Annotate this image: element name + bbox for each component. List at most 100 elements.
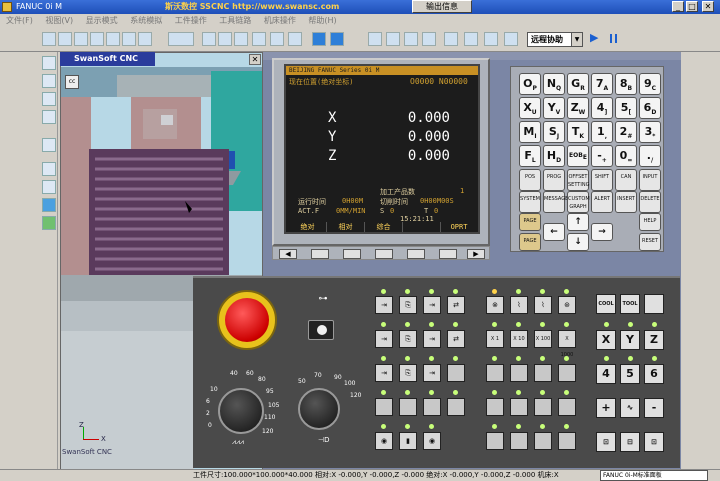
menu-item-machine-op[interactable]: 机床操作 bbox=[264, 16, 296, 25]
blank-button-10[interactable] bbox=[510, 398, 528, 416]
key-can[interactable]: CAN bbox=[615, 169, 637, 191]
zoom-out-icon[interactable] bbox=[74, 32, 88, 46]
menu-item-display-mode[interactable]: 显示模式 bbox=[86, 16, 118, 25]
axis-5-button[interactable]: 5 bbox=[620, 364, 640, 384]
key-s[interactable]: SJ bbox=[543, 121, 565, 143]
key-alert[interactable]: ALERT bbox=[591, 191, 613, 213]
close-window-button[interactable]: ✕ bbox=[702, 1, 714, 12]
key-minus[interactable]: -+ bbox=[591, 145, 613, 167]
view-direction-dropdown-icon[interactable] bbox=[168, 32, 194, 46]
view-top-icon[interactable] bbox=[42, 74, 56, 88]
handwheel-z-button[interactable]: ⊡ bbox=[644, 432, 664, 452]
view-iso-icon[interactable] bbox=[42, 110, 56, 124]
axis-z-button[interactable]: Z bbox=[644, 330, 664, 350]
blank-button-5[interactable] bbox=[486, 364, 504, 382]
key-6[interactable]: 6D bbox=[639, 97, 661, 119]
key-dot[interactable]: ./ bbox=[639, 145, 661, 167]
mode-edit-button[interactable]: ⇥ bbox=[375, 296, 393, 314]
panel-type-select[interactable]: FANUC 0i-M标准面板 bbox=[600, 470, 708, 481]
key-0[interactable]: 0= bbox=[615, 145, 637, 167]
zoom-in-icon[interactable] bbox=[58, 32, 72, 46]
tool-path-icon[interactable] bbox=[386, 32, 400, 46]
spindle-stop-button[interactable]: ⌇ bbox=[510, 296, 528, 314]
handwheel-x-button[interactable]: ⊡ bbox=[596, 432, 616, 452]
key-8[interactable]: 8B bbox=[615, 73, 637, 95]
key-shift[interactable]: SHIFT bbox=[591, 169, 613, 191]
menu-item-workpiece[interactable]: 工件操作 bbox=[175, 16, 207, 25]
spindle-cw-button[interactable]: ⊗ bbox=[486, 296, 504, 314]
feed-hold-button[interactable]: ▮ bbox=[399, 432, 417, 450]
menu-item-file[interactable]: 文件(F) bbox=[6, 16, 33, 25]
cycle-start-button[interactable]: ◉ bbox=[375, 432, 393, 450]
softkey-relative[interactable]: 相对 bbox=[327, 222, 365, 232]
softkey-right-arrow[interactable]: ▶ bbox=[467, 249, 485, 259]
zoom-window-icon[interactable] bbox=[42, 162, 56, 176]
axis-x-button[interactable]: X bbox=[596, 330, 616, 350]
new-file-icon[interactable] bbox=[42, 32, 56, 46]
key-help[interactable]: HELP bbox=[639, 213, 661, 231]
axis-4-button[interactable]: 4 bbox=[596, 364, 616, 384]
view-side-icon[interactable] bbox=[42, 92, 56, 106]
handwheel-y-button[interactable]: ⊟ bbox=[620, 432, 640, 452]
tool-button[interactable]: TOOL bbox=[620, 294, 640, 314]
pan-view-icon[interactable] bbox=[122, 32, 136, 46]
key-pos[interactable]: POS bbox=[519, 169, 541, 191]
measure-icon[interactable] bbox=[218, 32, 232, 46]
cube-solid-icon[interactable] bbox=[312, 32, 326, 46]
blank-button-16[interactable] bbox=[558, 432, 576, 450]
softkey-button-1[interactable] bbox=[311, 249, 329, 259]
key-message[interactable]: MESSAGE bbox=[543, 191, 568, 213]
key-eob[interactable]: EOBE bbox=[567, 145, 589, 167]
play-icon[interactable]: ▶ bbox=[590, 32, 604, 46]
blank-button-3[interactable] bbox=[423, 398, 441, 416]
key-offset-setting[interactable]: OFFSET SETTING bbox=[567, 169, 589, 191]
cursor-right-icon[interactable]: → bbox=[591, 223, 613, 241]
key-g[interactable]: GR bbox=[567, 73, 589, 95]
mode-handle-button[interactable]: ⇄ bbox=[447, 330, 465, 348]
cursor-up-icon[interactable]: ↑ bbox=[567, 213, 589, 231]
coolant-button[interactable]: COOL bbox=[596, 294, 616, 314]
blank-right-button[interactable] bbox=[644, 294, 664, 314]
key-page-up[interactable]: PAGE bbox=[519, 213, 541, 231]
softkey-button-3[interactable] bbox=[375, 249, 393, 259]
record-icon[interactable] bbox=[464, 32, 478, 46]
emergency-stop-button[interactable] bbox=[225, 298, 269, 342]
maximize-button[interactable]: □ bbox=[686, 1, 698, 12]
spindle-ccw-button[interactable]: ⌇ bbox=[534, 296, 552, 314]
key-5[interactable]: 5[ bbox=[615, 97, 637, 119]
spindle-jog-button[interactable]: ⊛ bbox=[558, 296, 576, 314]
zoom-fit-icon[interactable] bbox=[90, 32, 104, 46]
dry-run-button[interactable]: ⇥ bbox=[423, 364, 441, 382]
select-box-icon[interactable] bbox=[138, 32, 152, 46]
menu-item-tool-link[interactable]: 工具链路 bbox=[219, 16, 251, 25]
key-n[interactable]: NQ bbox=[543, 73, 565, 95]
key-7[interactable]: 7A bbox=[591, 73, 613, 95]
skip-button[interactable]: ⎘ bbox=[399, 364, 417, 382]
paint-icon[interactable] bbox=[42, 216, 56, 230]
softkey-left-arrow[interactable]: ◀ bbox=[279, 249, 297, 259]
rapid-traverse-icon[interactable]: ∿ bbox=[620, 398, 640, 418]
key-x[interactable]: XU bbox=[519, 97, 541, 119]
key-custom-graph[interactable]: CUSTOM GRAPH bbox=[567, 191, 590, 213]
cursor-left-icon[interactable]: ← bbox=[543, 223, 565, 241]
key-4[interactable]: 4] bbox=[591, 97, 613, 119]
blank-button-14[interactable] bbox=[510, 432, 528, 450]
key-h[interactable]: HD bbox=[543, 145, 565, 167]
tool-icon[interactable] bbox=[202, 32, 216, 46]
blank-button-2[interactable] bbox=[399, 398, 417, 416]
blank-button-4[interactable] bbox=[447, 398, 465, 416]
jog-x10-button[interactable]: X 10 bbox=[510, 330, 528, 348]
workpiece-icon[interactable] bbox=[252, 32, 266, 46]
key-input[interactable]: INPUT bbox=[639, 169, 661, 191]
mode-inc-button[interactable]: ⇥ bbox=[423, 330, 441, 348]
softkey-button-2[interactable] bbox=[343, 249, 361, 259]
clamp-icon[interactable] bbox=[270, 32, 284, 46]
blank-button-7[interactable] bbox=[534, 364, 552, 382]
blank-button-9[interactable] bbox=[486, 398, 504, 416]
key-9[interactable]: 9C bbox=[639, 73, 661, 95]
stop-icon[interactable] bbox=[608, 32, 622, 46]
mode-auto-button[interactable]: ⎘ bbox=[399, 296, 417, 314]
tool-change-icon[interactable] bbox=[288, 32, 302, 46]
blank-button-11[interactable] bbox=[534, 398, 552, 416]
key-3[interactable]: 3* bbox=[639, 121, 661, 143]
